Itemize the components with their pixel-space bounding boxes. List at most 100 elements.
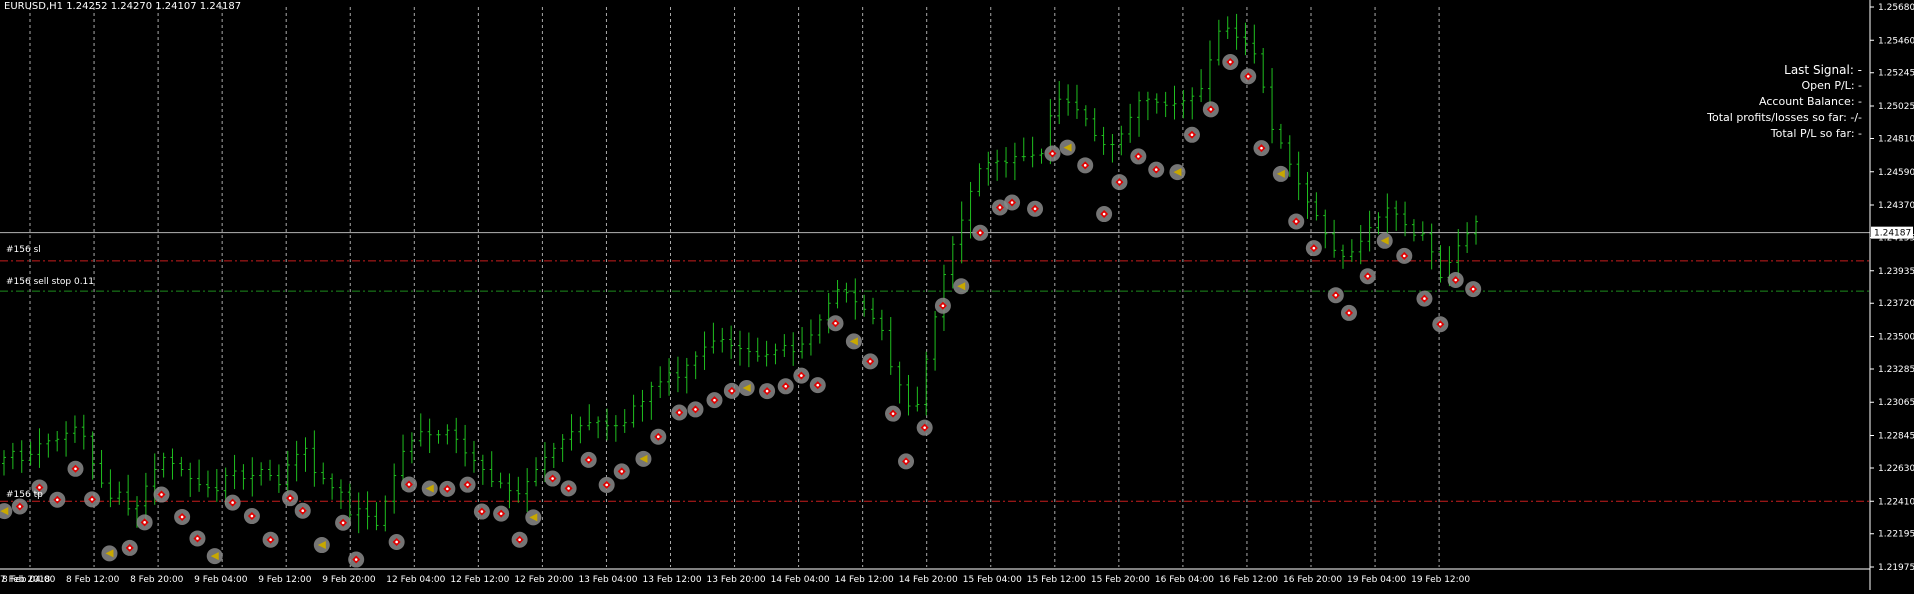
trade-marker — [1148, 161, 1165, 178]
marker-center — [74, 467, 77, 471]
marker-center — [978, 231, 982, 235]
x-tick-label: 8 Feb 04:00 — [2, 575, 56, 585]
marker-center — [341, 521, 345, 525]
x-tick-label: 15 Feb 12:00 — [1027, 575, 1086, 585]
marker-center — [1260, 146, 1263, 150]
trade-marker — [400, 476, 417, 493]
marker-center — [269, 538, 272, 542]
marker-center — [1190, 133, 1194, 137]
marker-center — [1033, 207, 1037, 211]
marker-center — [38, 486, 41, 489]
trade-marker — [294, 502, 311, 519]
trade-marker — [1059, 139, 1076, 156]
x-tick-label: 12 Feb 12:00 — [450, 575, 509, 585]
x-tick-label: 19 Feb 04:00 — [1347, 575, 1406, 585]
y-tick-label: 1.22410 — [1878, 497, 1914, 507]
info-total-profits-losses: Total profits/losses so far: -/- — [1706, 111, 1862, 124]
trade-marker — [511, 531, 528, 548]
trade-marker — [1376, 232, 1393, 249]
marker-center — [1137, 155, 1140, 158]
trade-marker — [972, 224, 989, 241]
marker-center — [395, 540, 398, 544]
y-tick-label: 1.23935 — [1878, 267, 1914, 277]
trade-marker — [1111, 174, 1128, 191]
trade-marker — [313, 537, 330, 554]
x-tick-label: 15 Feb 20:00 — [1091, 575, 1150, 585]
y-tick-label: 1.24590 — [1878, 168, 1914, 178]
marker-center — [1154, 168, 1158, 171]
marker-center — [891, 412, 895, 415]
trade-marker — [335, 514, 352, 531]
trade-marker — [174, 508, 191, 525]
trade-marker — [723, 382, 740, 399]
marker-center — [480, 510, 484, 513]
trade-marker — [1044, 145, 1061, 162]
x-tick-label: 16 Feb 12:00 — [1219, 575, 1278, 585]
trade-marker — [934, 297, 951, 314]
trade-marker — [1305, 240, 1322, 257]
trade-marker — [348, 551, 365, 568]
trade-marker — [738, 379, 755, 396]
marker-center — [656, 435, 660, 439]
trade-marker — [777, 378, 794, 395]
order-label-sell-stop: #156 sell stop 0.11 — [6, 277, 94, 287]
y-tick-label: 1.23500 — [1878, 333, 1914, 343]
marker-center — [1334, 293, 1338, 297]
trade-marker — [439, 480, 456, 497]
marker-center — [250, 514, 254, 518]
marker-center — [90, 498, 94, 501]
trade-marker — [862, 353, 879, 370]
trade-marker — [1432, 316, 1449, 333]
info-total-pl: Total P/L so far: - — [1770, 127, 1862, 140]
marker-center — [620, 470, 624, 473]
price-chart[interactable]: 7 Feb 20188 Feb 04:00 8 Feb 12:00 8 Feb 20… — [0, 0, 1914, 590]
trade-marker — [898, 453, 915, 470]
x-tick-label: 19 Feb 12:00 — [1411, 575, 1470, 585]
marker-center — [816, 383, 820, 387]
trade-marker — [1096, 206, 1113, 223]
trade-marker — [916, 419, 933, 436]
marker-center — [143, 521, 146, 524]
trade-marker — [1077, 157, 1094, 174]
marker-center — [128, 546, 132, 550]
trade-marker — [1396, 247, 1413, 264]
x-tick-label: 12 Feb 20:00 — [514, 575, 573, 585]
trade-marker — [473, 503, 490, 520]
marker-center — [1229, 60, 1232, 64]
x-tick-label: 14 Feb 20:00 — [899, 575, 958, 585]
marker-center — [288, 496, 292, 500]
marker-center — [1209, 108, 1213, 111]
marker-center — [18, 505, 22, 508]
x-tick-label: 13 Feb 12:00 — [643, 575, 702, 585]
chart-window[interactable]: 7 Feb 2018 8 Feb 04:00 8 Feb 12:00 8 Feb 20… — [0, 0, 1914, 590]
trade-marker — [560, 480, 577, 497]
trade-marker — [1253, 140, 1270, 157]
order-label-tp: #156 tp — [6, 490, 43, 500]
marker-center — [605, 483, 608, 487]
trade-marker — [1340, 304, 1357, 321]
trade-marker — [613, 463, 630, 480]
trade-marker — [1288, 213, 1305, 230]
trade-marker — [262, 531, 279, 548]
trade-marker — [793, 367, 810, 384]
marker-center — [567, 487, 570, 490]
y-tick-label: 1.21975 — [1878, 563, 1914, 573]
trade-marker — [525, 509, 542, 526]
marker-center — [1402, 254, 1406, 258]
y-tick-label: 1.25245 — [1878, 69, 1914, 79]
trade-marker — [493, 505, 510, 522]
trade-marker — [1416, 290, 1433, 307]
marker-center — [1312, 246, 1316, 250]
chart-header: EURUSD,H1 1.24252 1.24270 1.24107 1.2418… — [4, 1, 241, 12]
marker-center — [904, 460, 908, 463]
y-tick-label: 1.24370 — [1878, 201, 1914, 211]
y-tick-label: 1.22195 — [1878, 530, 1914, 540]
trade-marker — [153, 486, 170, 503]
marker-center — [1102, 212, 1106, 216]
marker-center — [466, 483, 469, 486]
marker-center — [301, 509, 305, 512]
trade-marker — [885, 405, 902, 422]
trade-marker — [544, 470, 561, 487]
trade-marker — [759, 383, 776, 400]
marker-center — [1294, 220, 1298, 223]
